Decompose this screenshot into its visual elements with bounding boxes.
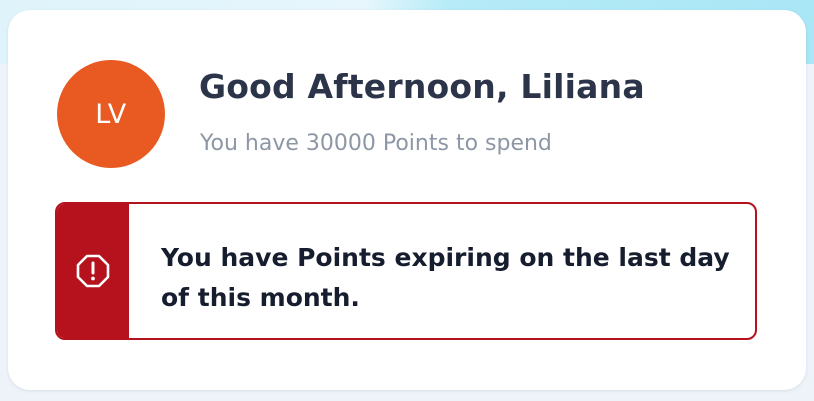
points-balance-text: You have 30000 Points to spend <box>200 131 552 156</box>
alert-message: You have Points expiring on the last day… <box>161 243 730 312</box>
greeting-title: Good Afternoon, Liliana <box>199 67 645 106</box>
avatar-initials: LV <box>95 98 127 130</box>
avatar: LV <box>57 60 165 168</box>
alert-octagon-icon <box>76 254 110 288</box>
points-expiry-alert: You have Points expiring on the last day… <box>55 202 757 340</box>
welcome-card: LV Good Afternoon, Liliana You have 3000… <box>8 10 806 390</box>
alert-accent-bar <box>57 204 129 338</box>
